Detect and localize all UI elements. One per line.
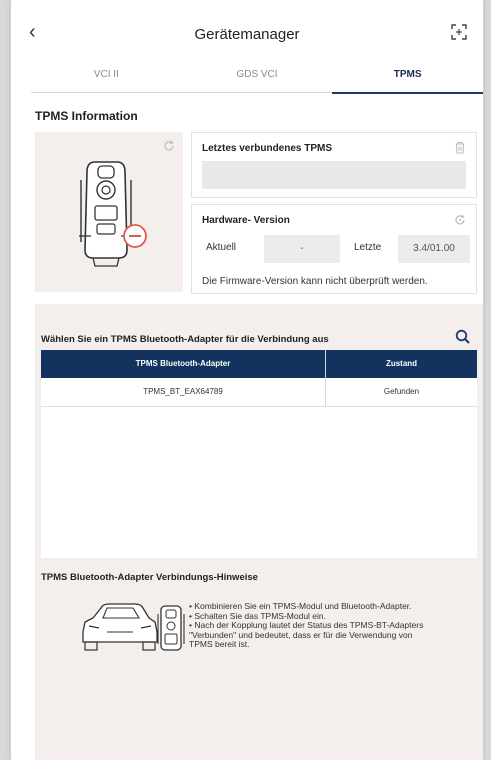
tab-vci-ii[interactable]: VCI II <box>31 64 182 92</box>
tpms-information-title: TPMS Information <box>35 109 138 123</box>
expand-icon[interactable] <box>449 22 469 42</box>
tpms-device-icon <box>79 161 147 267</box>
update-icon[interactable] <box>454 214 466 226</box>
current-version-value: - <box>264 235 340 263</box>
car-and-device-icon <box>82 603 185 651</box>
tab-tpms[interactable]: TPMS <box>332 64 483 94</box>
device-manager-window: ‹ Gerätemanager VCI II GDS VCI TPMS TPMS… <box>10 0 484 760</box>
adapter-status-cell: Gefunden <box>383 387 420 396</box>
tpms-device-panel <box>35 132 183 292</box>
hints-list: • Kombinieren Sie ein TPMS-Modul und Blu… <box>189 601 481 650</box>
hint-item: TPMS bereit ist. <box>189 639 250 649</box>
search-icon[interactable] <box>455 329 471 345</box>
hardware-version-card: Hardware- Version Aktuell - Letzte 3.4/0… <box>191 204 477 294</box>
trash-icon[interactable] <box>454 141 466 154</box>
last-connected-tpms-title: Letztes verbundenes TPMS <box>202 143 333 154</box>
adapter-name-cell: TPMS_BT_EAX64789 <box>143 387 223 396</box>
firmware-note: Die Firmware-Version kann nicht überprüf… <box>202 276 428 287</box>
last-connected-tpms-value <box>202 161 466 189</box>
last-connected-tpms-card: Letztes verbundenes TPMS <box>191 132 477 198</box>
header: ‹ Gerätemanager <box>11 0 483 64</box>
latest-version-value: 3.4/01.00 <box>398 235 470 263</box>
table-row[interactable]: TPMS_BT_EAX64789 Gefunden <box>41 378 477 407</box>
adapter-selection-title: Wählen Sie ein TPMS Bluetooth-Adapter fü… <box>41 334 329 345</box>
tab-gds-vci[interactable]: GDS VCI <box>182 64 333 92</box>
latest-version-label: Letzte <box>354 242 382 253</box>
hardware-version-row: Aktuell - Letzte 3.4/01.00 <box>202 235 470 263</box>
column-divider <box>325 350 326 406</box>
tab-bar: VCI II GDS VCI TPMS <box>31 64 483 94</box>
current-version-label: Aktuell <box>206 242 237 253</box>
page-title: Gerätemanager <box>194 26 300 43</box>
adapter-section: Wählen Sie ein TPMS Bluetooth-Adapter fü… <box>35 304 483 760</box>
table-header: TPMS Bluetooth-Adapter Zustand <box>41 350 477 378</box>
hardware-version-title: Hardware- Version <box>202 215 290 226</box>
adapter-table: TPMS Bluetooth-Adapter Zustand TPMS_BT_E… <box>41 350 477 558</box>
column-header-status: Zustand <box>385 359 418 368</box>
column-header-adapter: TPMS Bluetooth-Adapter <box>135 359 231 368</box>
hints-title: TPMS Bluetooth-Adapter Verbindungs-Hinwe… <box>41 572 258 583</box>
